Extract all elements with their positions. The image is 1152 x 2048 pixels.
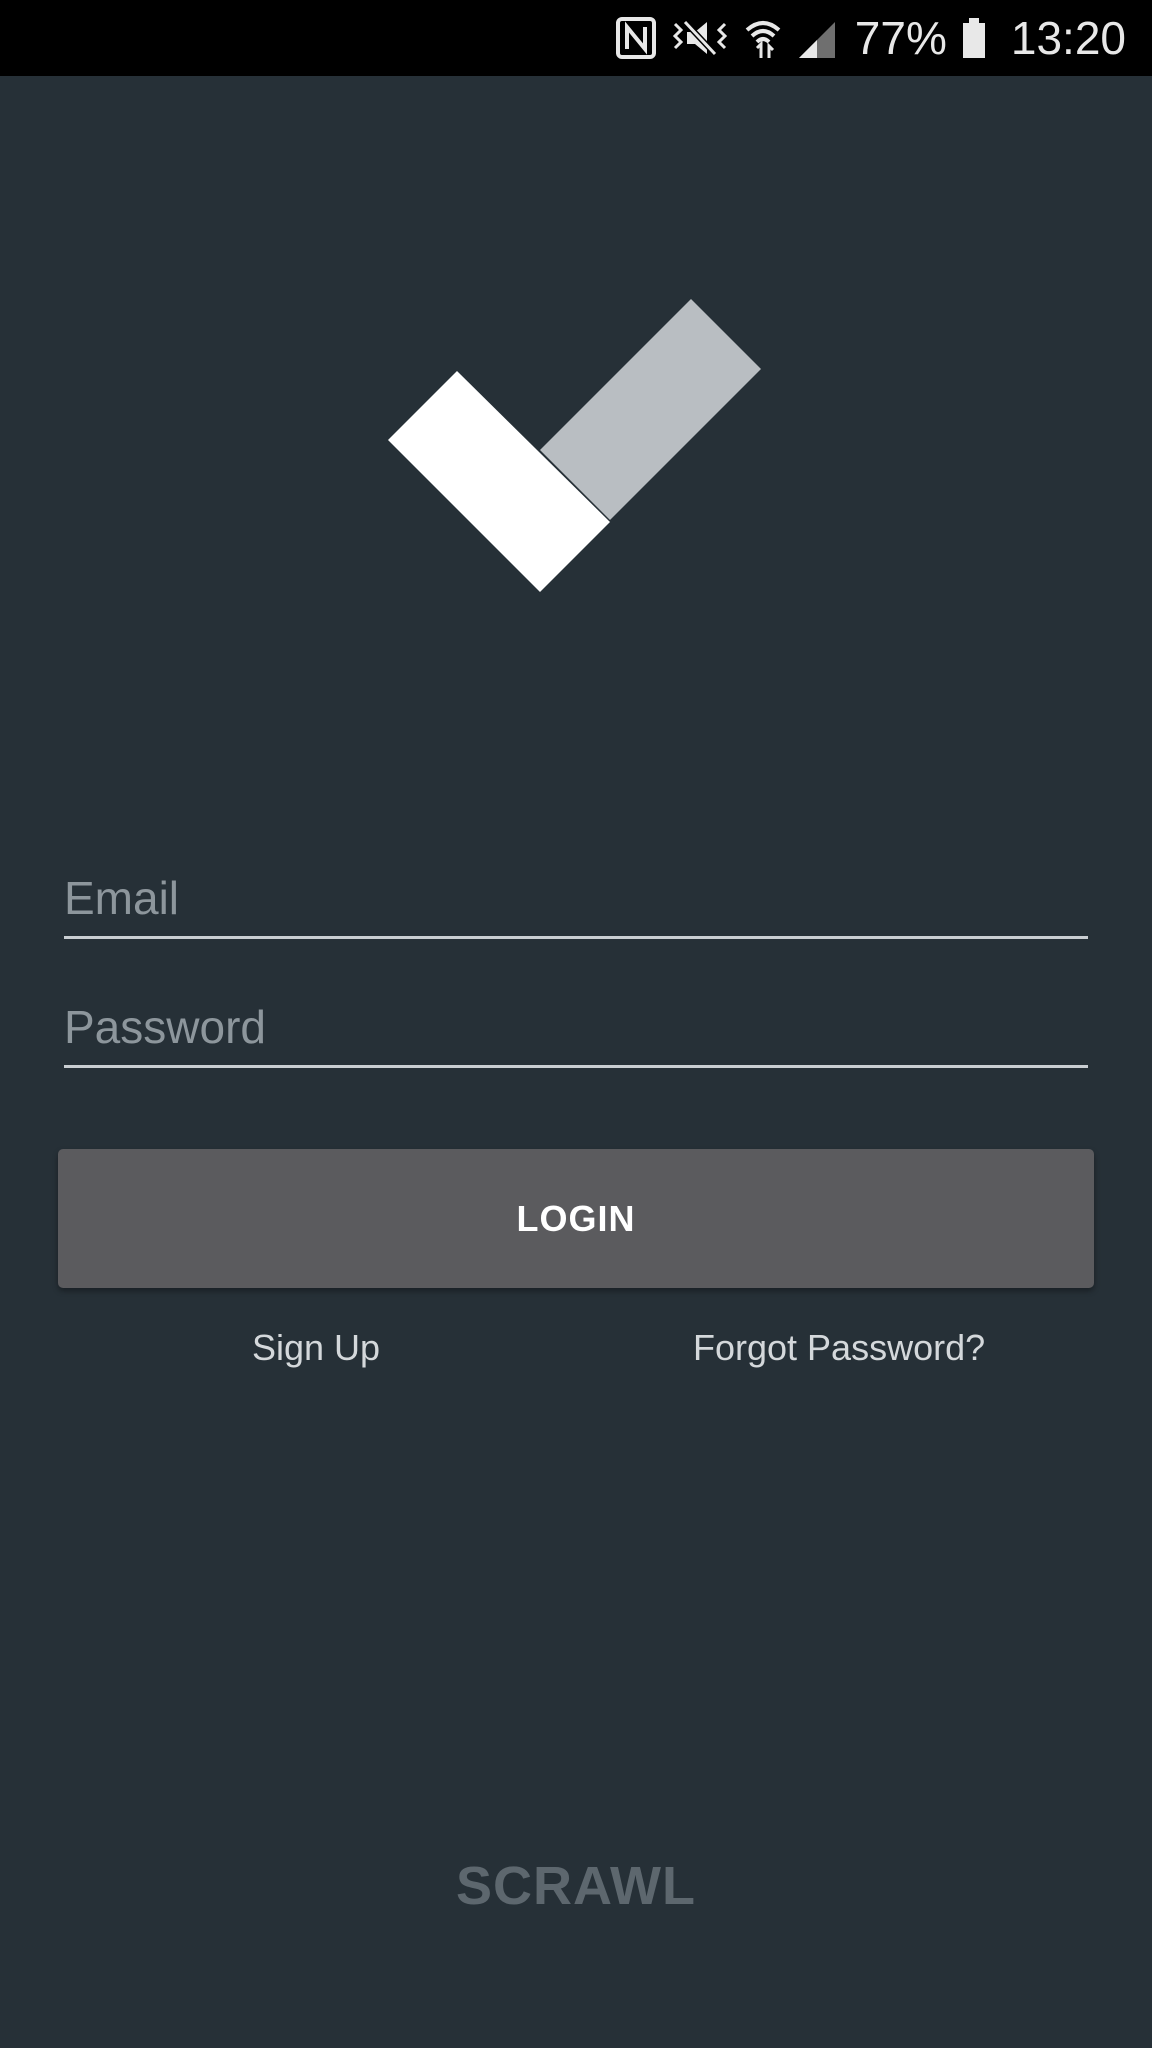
login-screen: 77% 13:20 LOGIN Sign Up Forgot Pa bbox=[0, 0, 1152, 2048]
status-bar: 77% 13:20 bbox=[0, 0, 1152, 76]
brand-name: SCRAWL bbox=[456, 1856, 696, 1916]
vibrate-icon bbox=[671, 16, 729, 60]
battery-percent: 77% bbox=[854, 12, 947, 64]
email-input[interactable] bbox=[64, 868, 1088, 928]
forgot-password-link[interactable]: Forgot Password? bbox=[693, 1320, 985, 1376]
password-field[interactable] bbox=[64, 985, 1088, 1068]
email-field[interactable] bbox=[64, 856, 1088, 939]
signal-icon bbox=[797, 16, 837, 60]
clock: 13:20 bbox=[1010, 12, 1126, 64]
password-input[interactable] bbox=[64, 997, 1088, 1057]
login-button[interactable]: LOGIN bbox=[58, 1149, 1094, 1288]
app-logo bbox=[380, 290, 780, 610]
nfc-icon bbox=[615, 16, 657, 60]
battery-icon bbox=[961, 16, 987, 60]
sign-up-link[interactable]: Sign Up bbox=[252, 1320, 380, 1376]
status-icons: 77% 13:20 bbox=[615, 0, 1126, 76]
wifi-icon bbox=[743, 16, 783, 60]
